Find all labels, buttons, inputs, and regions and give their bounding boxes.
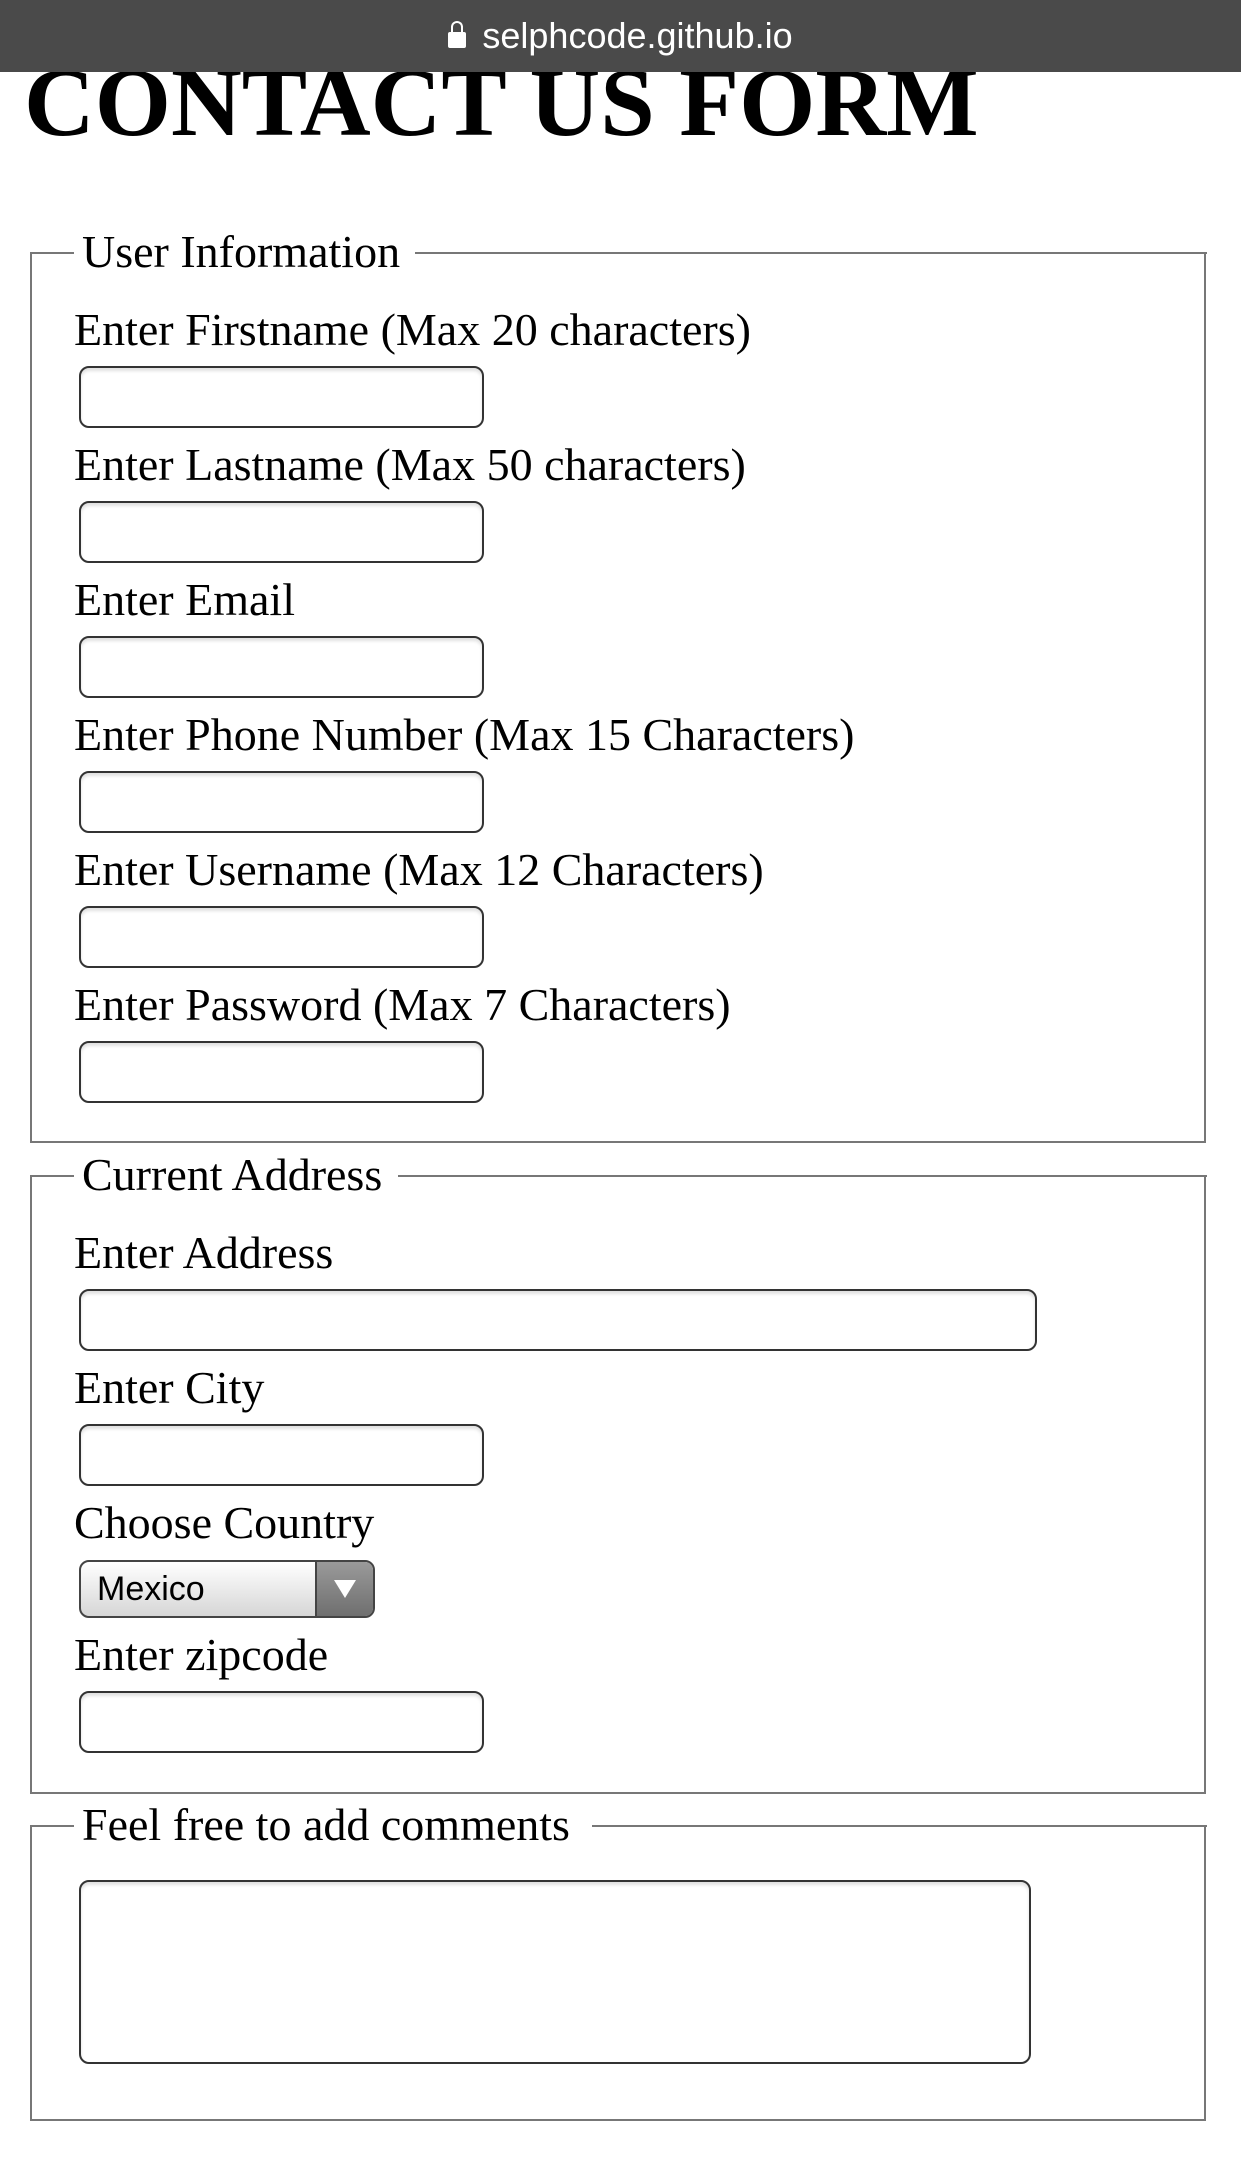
username-input[interactable] <box>79 906 484 968</box>
url-bar[interactable]: selphcode.github.io <box>0 0 1241 72</box>
lastname-input[interactable] <box>79 501 484 563</box>
fieldset-border <box>415 252 1207 254</box>
country-selected-value: Mexico <box>97 1570 205 1608</box>
comments-textarea[interactable] <box>79 1880 1031 2064</box>
fieldset-border <box>398 1175 1207 1177</box>
zipcode-label: Enter zipcode <box>74 1629 329 1680</box>
firstname-label: Enter Firstname (Max 20 characters) <box>74 304 751 355</box>
email-input[interactable] <box>79 636 484 698</box>
country-select[interactable]: Mexico <box>79 1560 375 1618</box>
fieldset-border <box>29 1825 32 2119</box>
fieldset-border <box>29 1175 32 1792</box>
password-input[interactable] <box>79 1041 484 1103</box>
user-information-legend: User Information <box>78 228 405 276</box>
chevron-down-icon <box>334 1580 356 1598</box>
lock-icon <box>448 21 467 48</box>
fieldset-border <box>592 1825 1207 1827</box>
lastname-label: Enter Lastname (Max 50 characters) <box>74 439 746 490</box>
comments-fieldset: Feel free to add comments <box>29 1801 1207 2121</box>
password-label: Enter Password (Max 7 Characters) <box>74 979 731 1030</box>
phone-label: Enter Phone Number (Max 15 Characters) <box>74 709 855 760</box>
comments-legend: Feel free to add comments <box>78 1801 574 1849</box>
city-label: Enter City <box>74 1362 265 1413</box>
address-label: Enter Address <box>74 1227 334 1278</box>
url-text: selphcode.github.io <box>482 15 793 56</box>
zipcode-input[interactable] <box>79 1691 484 1753</box>
username-label: Enter Username (Max 12 Characters) <box>74 844 764 895</box>
address-input[interactable] <box>79 1289 1037 1351</box>
country-label: Choose Country <box>74 1497 375 1548</box>
fieldset-border <box>29 252 32 1141</box>
firstname-input[interactable] <box>79 366 484 428</box>
dropdown-button[interactable] <box>315 1562 373 1616</box>
user-information-fieldset: User Information Enter Firstname (Max 20… <box>29 228 1207 1143</box>
current-address-legend: Current Address <box>78 1151 387 1199</box>
phone-input[interactable] <box>79 771 484 833</box>
city-input[interactable] <box>79 1424 484 1486</box>
current-address-fieldset: Current Address Enter Address Enter City… <box>29 1151 1207 1794</box>
email-label: Enter Email <box>74 574 295 625</box>
